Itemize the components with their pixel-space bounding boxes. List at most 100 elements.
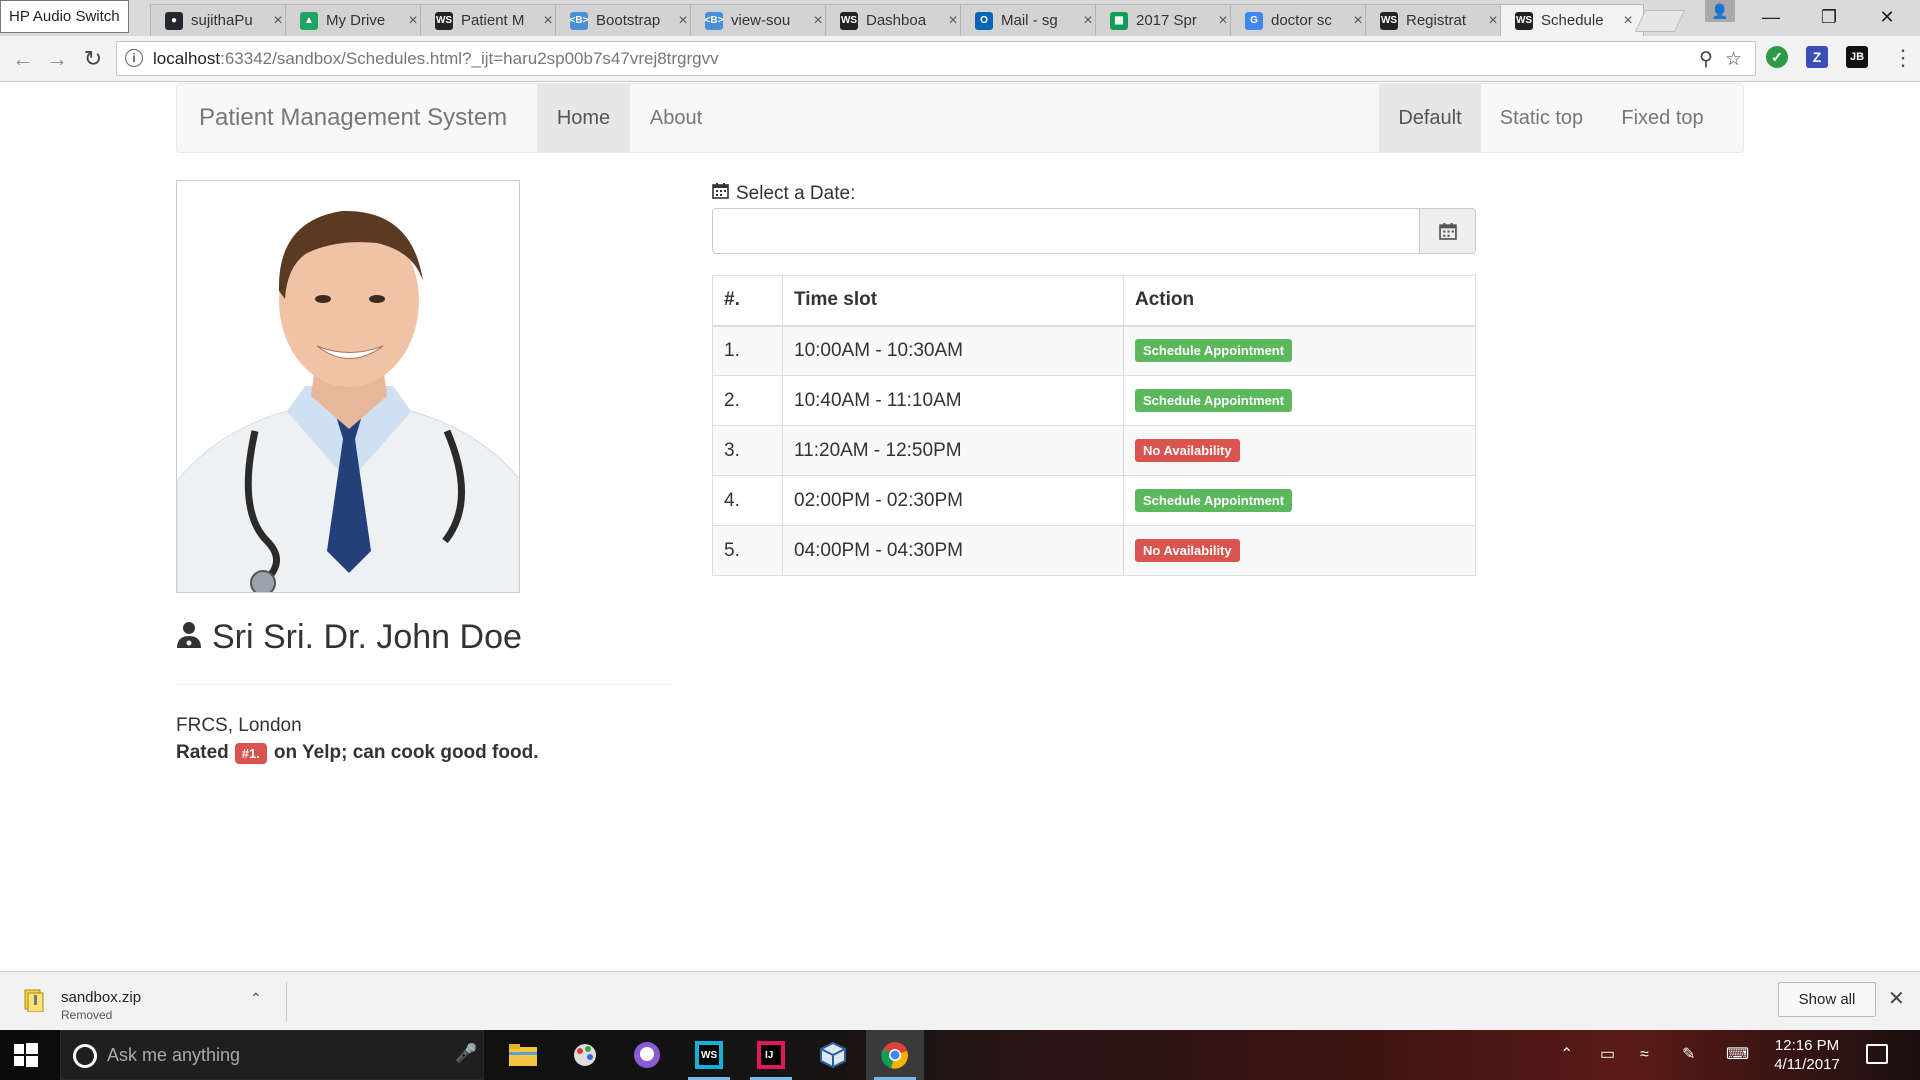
close-tab-icon[interactable]: × <box>1351 12 1365 30</box>
file-explorer-icon[interactable] <box>494 1030 552 1080</box>
table-row: 2. 10:40AM - 11:10AM Schedule Appointment <box>712 375 1476 426</box>
tooltip: HP Audio Switch <box>0 0 129 33</box>
restore-icon[interactable]: ❐ <box>1800 0 1858 36</box>
tab-0[interactable]: ● sujithaPu × <box>150 4 294 36</box>
schedule-appointment-button[interactable]: Schedule Appointment <box>1135 339 1293 363</box>
chrome-icon[interactable] <box>866 1030 924 1080</box>
forward-icon[interactable]: → <box>40 42 74 76</box>
tab-label: Registrat <box>1406 12 1467 29</box>
no-availability-label: No Availability <box>1135 439 1240 462</box>
tab-2[interactable]: WS Patient M × <box>420 4 564 36</box>
rated-prefix: Rated <box>176 742 229 763</box>
tab-8[interactable]: Gdoctor sc × <box>1230 4 1374 36</box>
slot-number: 5. <box>712 525 783 576</box>
close-tab-icon[interactable]: × <box>1081 12 1095 30</box>
download-status: Removed <box>61 1008 113 1022</box>
close-tab-icon[interactable]: × <box>676 12 690 30</box>
doctor-portrait-image <box>177 181 519 592</box>
doctor-name: Sri Sri. Dr. John Doe <box>176 618 522 657</box>
close-tab-icon[interactable]: × <box>1216 12 1230 30</box>
date-input[interactable] <box>712 208 1420 254</box>
schedule-appointment-button[interactable]: Schedule Appointment <box>1135 389 1293 412</box>
extension-check-icon[interactable]: ✓ <box>1766 46 1788 68</box>
chevron-up-icon[interactable]: ⌃ <box>250 990 262 1007</box>
brand-link[interactable]: Patient Management System <box>199 84 507 152</box>
tab-label: 2017 Spr <box>1136 12 1197 29</box>
close-tab-icon[interactable]: × <box>271 12 285 30</box>
tab-10[interactable]: WS Schedule × <box>1500 4 1644 36</box>
back-icon[interactable]: ← <box>6 42 40 76</box>
google-icon: G <box>1245 11 1263 30</box>
calendar-icon <box>1438 223 1457 240</box>
close-tab-icon[interactable]: × <box>1621 12 1635 30</box>
url-text[interactable]: localhost:63342/sandbox/Schedules.html?_… <box>153 42 719 75</box>
info-icon[interactable]: i <box>125 49 143 67</box>
action-center-icon[interactable] <box>1866 1044 1888 1064</box>
tab-1[interactable]: ▲ My Drive × <box>285 4 429 36</box>
slot-action-cell: No Availability <box>1123 425 1476 476</box>
schedule-appointment-button[interactable]: Schedule Appointment <box>1135 489 1293 512</box>
github-desktop-icon[interactable] <box>618 1030 676 1080</box>
download-file-name[interactable]: sandbox.zip <box>61 989 141 1006</box>
doctor-photo <box>176 180 520 593</box>
battery-icon[interactable]: ▭ <box>1600 1030 1615 1080</box>
tab-7[interactable]: ▦ 2017 Spr × <box>1095 4 1239 36</box>
nav-default[interactable]: Default <box>1379 84 1481 152</box>
nav-static-top[interactable]: Static top <box>1481 84 1602 152</box>
close-tab-icon[interactable]: × <box>406 12 420 30</box>
search-placeholder: Ask me anything <box>107 1045 241 1065</box>
system-clock[interactable]: 12:16 PM 4/11/2017 <box>1762 1036 1852 1074</box>
calendar-button[interactable] <box>1420 208 1476 254</box>
tab-5[interactable]: WS Dashboa × <box>825 4 969 36</box>
close-tab-icon[interactable]: × <box>1486 12 1500 30</box>
divider <box>286 982 287 1022</box>
bookmark-star-icon[interactable]: ☆ <box>1725 48 1742 71</box>
tab-6[interactable]: O Mail - sg × <box>960 4 1104 36</box>
new-tab-button[interactable] <box>1634 10 1686 32</box>
webstorm-icon[interactable]: WS <box>680 1030 738 1080</box>
nav-about[interactable]: About <box>630 84 722 152</box>
keyboard-icon[interactable]: ⌨ <box>1726 1030 1749 1080</box>
close-tab-icon[interactable]: × <box>541 12 555 30</box>
address-bar[interactable]: i localhost:63342/sandbox/Schedules.html… <box>116 41 1756 76</box>
tab-3[interactable]: <B> Bootstrap × <box>555 4 699 36</box>
svg-text:WS: WS <box>701 1050 717 1061</box>
slot-action-cell: Schedule Appointment <box>1123 475 1476 526</box>
zoom-icon[interactable]: ⚲ <box>1699 48 1713 71</box>
no-availability-label: No Availability <box>1135 539 1240 562</box>
tab-9[interactable]: WS Registrat × <box>1365 4 1509 36</box>
paint-app-icon[interactable] <box>556 1030 614 1080</box>
extension-z-icon[interactable]: Z <box>1806 46 1828 68</box>
close-window-icon[interactable]: ✕ <box>1858 0 1916 36</box>
wifi-icon[interactable]: ≈ <box>1640 1030 1649 1080</box>
slot-action-cell: Schedule Appointment <box>1123 325 1476 376</box>
user-md-icon <box>176 618 202 657</box>
close-tab-icon[interactable]: × <box>811 12 825 30</box>
intellij-icon[interactable]: IJ <box>742 1030 800 1080</box>
svg-text:IJ: IJ <box>765 1050 773 1061</box>
webstorm-icon: WS <box>435 11 453 30</box>
minimize-icon[interactable]: — <box>1742 0 1800 36</box>
reload-icon[interactable]: ↻ <box>76 42 110 76</box>
slot-number: 2. <box>712 375 783 426</box>
windows-start-icon[interactable] <box>14 1043 38 1067</box>
table-row: 1. 10:00AM - 10:30AM Schedule Appointment <box>712 325 1476 376</box>
tab-label: sujithaPu <box>191 12 253 29</box>
nav-home[interactable]: Home <box>537 84 630 152</box>
close-icon[interactable]: ✕ <box>1888 986 1905 1011</box>
profile-icon[interactable]: 👤 <box>1705 0 1735 22</box>
table-header-row: #. Time slot Action <box>712 275 1476 327</box>
virtualbox-icon[interactable] <box>804 1030 862 1080</box>
chevron-up-icon[interactable]: ⌃ <box>1560 1030 1573 1080</box>
browser-menu-icon[interactable]: ⋮ <box>1892 44 1914 72</box>
tab-4[interactable]: <B> view-sou × <box>690 4 834 36</box>
show-all-button[interactable]: Show all <box>1778 982 1876 1017</box>
extension-jb-icon[interactable]: JB <box>1846 46 1868 68</box>
slot-action-cell: Schedule Appointment <box>1123 375 1476 426</box>
column-header-action: Action <box>1123 275 1476 327</box>
nav-fixed-top[interactable]: Fixed top <box>1602 84 1723 152</box>
cortana-search-box[interactable]: Ask me anything 🎤 <box>60 1030 484 1080</box>
pen-icon[interactable]: ✎ <box>1682 1030 1695 1080</box>
close-tab-icon[interactable]: × <box>946 12 960 30</box>
microphone-icon[interactable]: 🎤 <box>455 1043 477 1064</box>
